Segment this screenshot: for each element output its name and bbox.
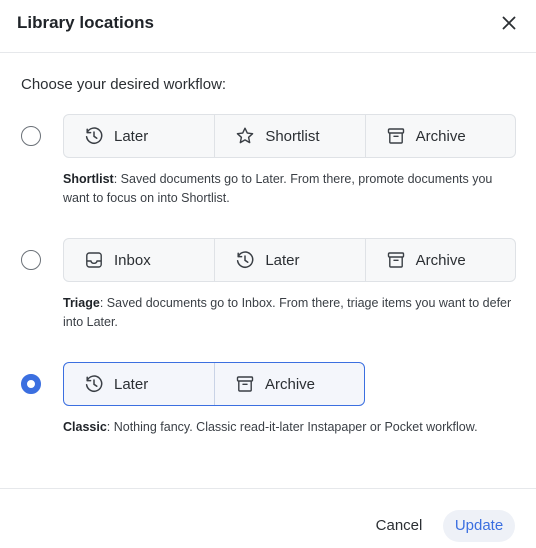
- radio-triage-workflow[interactable]: [21, 250, 41, 270]
- archive-box-icon: [236, 376, 254, 392]
- radio-shortlist-workflow[interactable]: [21, 126, 41, 146]
- radio-classic-workflow[interactable]: [21, 374, 41, 394]
- workflow-description-text: : Saved documents go to Inbox. From ther…: [63, 296, 512, 329]
- location-inbox: Inbox: [64, 239, 214, 281]
- location-shortlist: Shortlist: [214, 115, 364, 157]
- location-later: Later: [64, 115, 214, 157]
- location-later: Later: [214, 239, 364, 281]
- locations-group-classic[interactable]: Later Archive: [63, 362, 365, 406]
- location-label: Inbox: [114, 251, 151, 269]
- location-label: Archive: [265, 375, 316, 393]
- location-archive: Archive: [364, 239, 515, 281]
- star-icon: [237, 127, 254, 144]
- workflow-description-text: : Nothing fancy. Classic read-it-later I…: [106, 420, 478, 434]
- location-label: Later: [265, 251, 300, 269]
- workflow-prompt: Choose your desired workflow:: [21, 76, 227, 93]
- dialog-title: Library locations: [17, 13, 154, 32]
- workflow-description-classic: Classic: Nothing fancy. Classic read-it-…: [63, 418, 513, 437]
- clock-icon: [237, 251, 254, 268]
- inbox-tray-icon: [86, 252, 102, 268]
- location-label: Later: [114, 375, 149, 393]
- dialog-header: Library locations: [0, 0, 536, 53]
- location-archive: Archive: [364, 115, 515, 157]
- workflow-description-triage: Triage: Saved documents go to Inbox. Fro…: [63, 294, 513, 332]
- archive-box-icon: [387, 128, 404, 144]
- location-label: Shortlist: [265, 127, 320, 145]
- workflow-name: Classic: [63, 420, 107, 434]
- locations-group-shortlist[interactable]: Later Shortlist Archive: [63, 114, 516, 158]
- clock-icon: [85, 375, 103, 392]
- workflow-name: Shortlist: [63, 172, 114, 186]
- location-label: Archive: [415, 127, 466, 145]
- workflow-description-shortlist: Shortlist: Saved documents go to Later. …: [63, 170, 513, 208]
- dialog-footer: Cancel Update: [0, 488, 536, 548]
- clock-icon: [85, 127, 103, 144]
- workflow-name: Triage: [63, 296, 100, 310]
- update-button[interactable]: Update: [443, 510, 515, 542]
- location-later: Later: [64, 363, 214, 405]
- locations-group-triage[interactable]: Inbox Later Archive: [63, 238, 516, 282]
- cancel-button[interactable]: Cancel: [366, 511, 432, 541]
- location-label: Later: [114, 127, 149, 145]
- location-archive: Archive: [214, 363, 364, 405]
- workflow-description-text: : Saved documents go to Later. From ther…: [63, 172, 493, 205]
- close-icon: [502, 16, 516, 30]
- archive-box-icon: [387, 252, 404, 268]
- close-button[interactable]: [498, 12, 520, 34]
- location-label: Archive: [415, 251, 466, 269]
